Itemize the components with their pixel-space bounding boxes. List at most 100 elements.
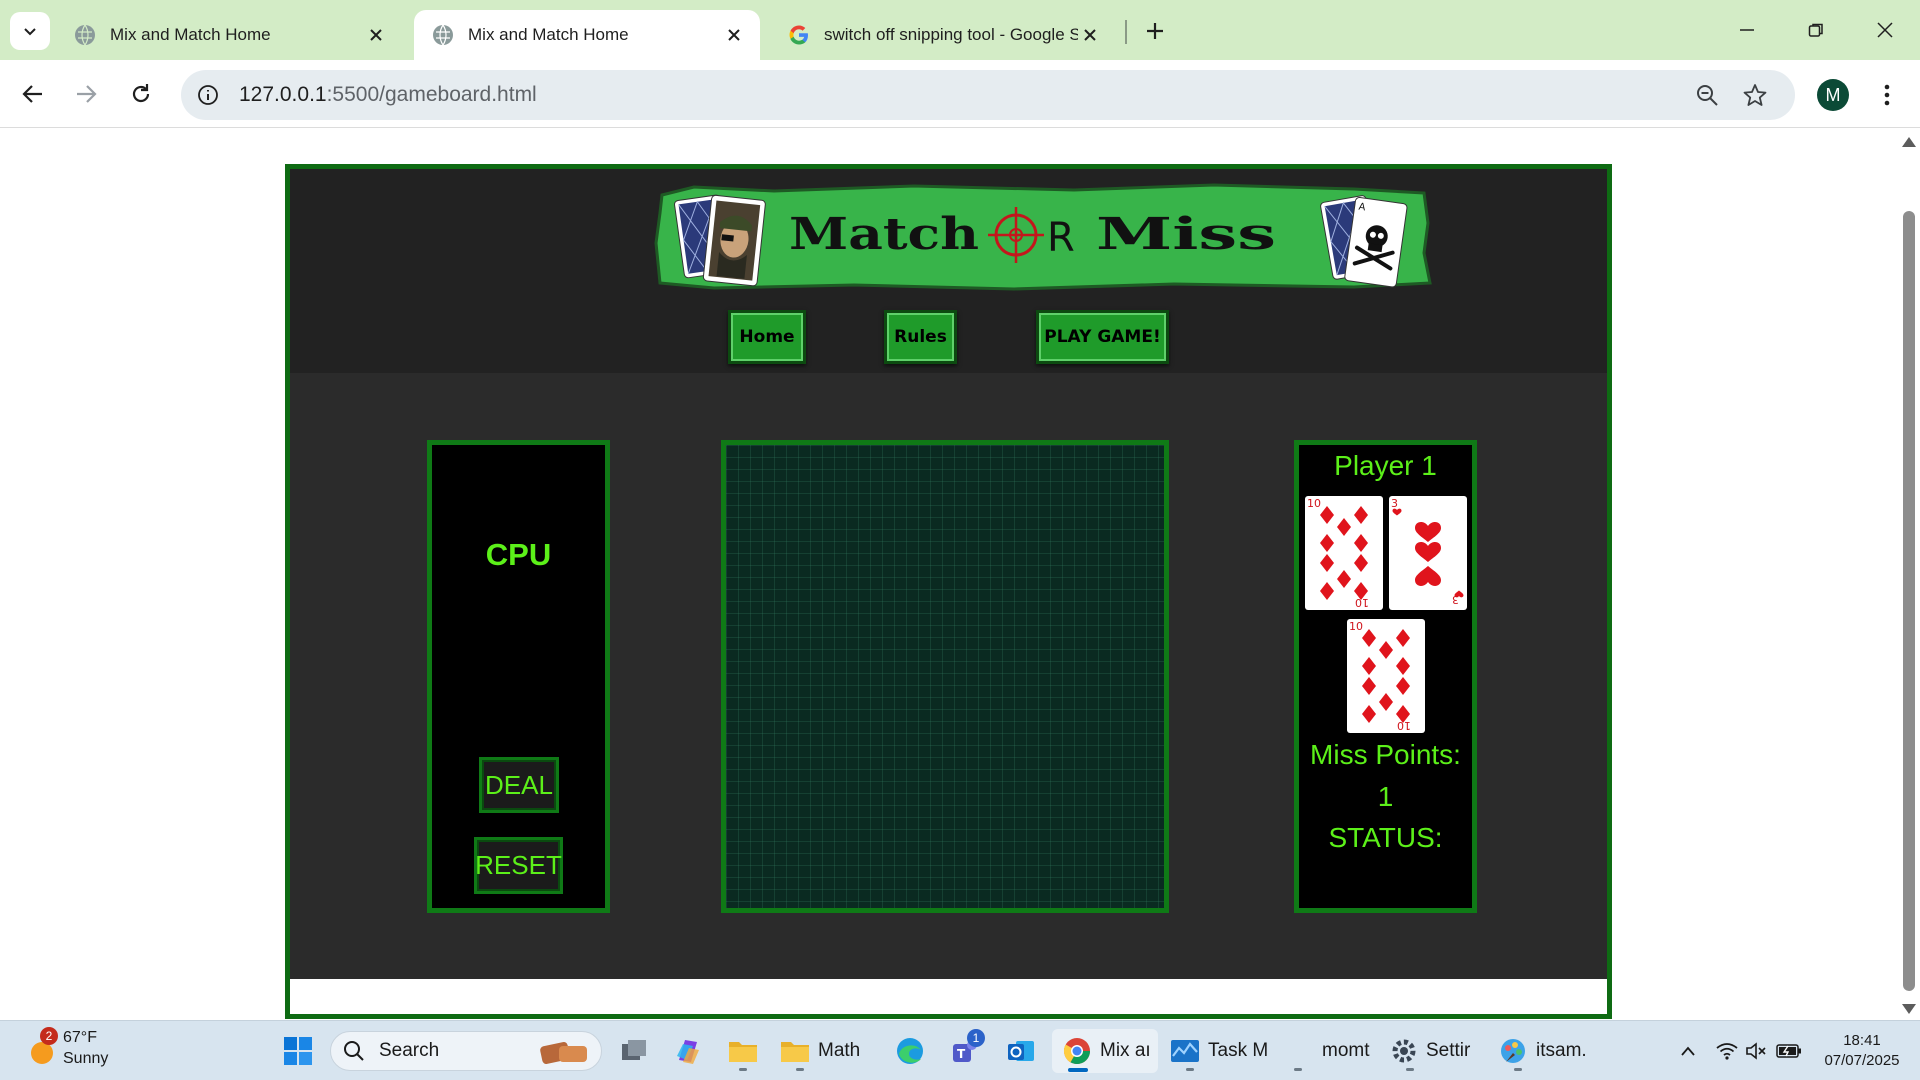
center-board[interactable] [721,440,1169,913]
folder-icon [729,1042,757,1062]
player-card-10-diamonds-2[interactable]: 10 10 [1347,619,1425,733]
gear-icon [1392,1039,1416,1063]
restore-button[interactable] [1793,10,1839,50]
svg-text:10: 10 [1349,620,1363,633]
taskbar-search[interactable]: Search [330,1031,602,1071]
bookmark-button[interactable] [1739,79,1771,111]
site-info-button[interactable] [191,78,225,112]
close-window-button[interactable] [1862,10,1908,50]
globe-icon [433,24,453,46]
moment-button[interactable]: momt [1284,1029,1374,1073]
close-icon [1877,22,1893,38]
settings-button[interactable]: Settir [1390,1029,1490,1073]
itsam-button[interactable]: itsam. [1498,1029,1598,1073]
reset-button[interactable]: RESET [474,837,563,894]
weather-badge: 2 [40,1027,58,1045]
weather-widget[interactable]: 2 [22,1027,62,1073]
clock-time: 18:41 [1843,1032,1881,1049]
task-view-button[interactable] [614,1029,654,1073]
player-panel: Player 1 10 10 3 3 10 10 Miss Points: 1 … [1294,440,1477,913]
banner-title-miss: Miss [1096,209,1276,260]
miss-points-label: Miss Points: [1310,739,1461,770]
page-footer [290,979,1607,1014]
edge-button[interactable] [890,1029,930,1073]
chrome-taskbar-button[interactable]: Mix aı [1052,1029,1158,1073]
home-button[interactable]: Home [728,310,806,364]
cpu-title: CPU [485,537,552,572]
clock-date: 07/07/2025 [1824,1052,1900,1069]
reload-button[interactable] [121,74,161,114]
url-text[interactable]: 127.0.0.1:5500/gameboard.html [239,83,537,107]
chrome-menu-button[interactable] [1872,78,1902,112]
tab-mix-and-match-1[interactable]: Mix and Match Home [56,10,402,60]
avatar[interactable]: M [1817,79,1849,111]
status-label: STATUS: [1328,822,1443,853]
zoom-button[interactable] [1691,79,1723,111]
url-host: 127.0.0.1 [239,83,327,106]
svg-text:10: 10 [1307,497,1321,510]
task-manager-button[interactable]: Task M [1170,1029,1270,1073]
chrome-icon [1063,1038,1091,1065]
new-tab-button[interactable] [1140,16,1170,46]
banner-title-r: R [1047,215,1075,261]
reload-icon [132,84,150,103]
battery-status[interactable] [1772,1029,1806,1073]
plus-icon [1147,23,1163,39]
forward-button[interactable] [66,74,106,114]
tab-mix-and-match-2[interactable]: Mix and Match Home [414,10,760,60]
search-icon [344,1041,364,1061]
close-icon[interactable] [1078,23,1102,47]
paint-icon [1501,1039,1525,1063]
search-highlight-icon [540,1042,587,1064]
copilot-button[interactable] [668,1029,708,1073]
tab-title: Mix and Match Home [468,25,629,44]
app-label: Math [818,1040,861,1061]
folder-icon [781,1042,809,1062]
app-label: Mix aı [1100,1040,1151,1061]
banner-title-match: Match [789,209,979,260]
app-label: momt [1322,1040,1370,1061]
volume-status[interactable] [1742,1029,1772,1073]
scroll-up-arrow[interactable] [1902,137,1916,147]
rules-button[interactable]: Rules [884,310,957,364]
restore-icon [1808,23,1823,37]
address-bar[interactable]: 127.0.0.1:5500/gameboard.html [181,70,1795,120]
info-icon [198,85,218,105]
tab-search-button[interactable] [10,12,50,50]
close-icon[interactable] [364,23,388,47]
scroll-down-arrow[interactable] [1902,1004,1916,1014]
task-view-icon [622,1040,646,1060]
scroll-thumb[interactable] [1903,211,1915,991]
player-card-3-hearts[interactable]: 3 3 [1389,496,1467,610]
back-button[interactable] [13,74,53,114]
tray-overflow-button[interactable] [1674,1029,1702,1073]
minimize-button[interactable] [1724,10,1770,50]
search-label: Search [379,1040,440,1061]
teams-badge: 1 [967,1029,985,1047]
file-explorer-button[interactable] [723,1029,763,1073]
wifi-status[interactable] [1712,1029,1742,1073]
play-game-button[interactable]: PLAY GAME! [1036,310,1169,364]
app-label: Settir [1426,1040,1471,1061]
math-folder-button[interactable]: Math [780,1029,870,1073]
start-button[interactable] [278,1029,318,1073]
tab-google-search[interactable]: switch off snipping tool - Google Sear [770,10,1116,60]
teams-button[interactable]: T 1 [945,1029,985,1073]
game-board-area: CPU DEAL RESET Player 1 10 10 3 3 10 10 … [290,373,1607,979]
deal-button[interactable]: DEAL [479,757,559,813]
chevron-up-icon [1681,1046,1695,1056]
outlook-icon [1008,1041,1034,1061]
miss-points-value: 1 [1377,781,1394,812]
star-icon [1743,84,1767,106]
system-clock[interactable]: 18:41 07/07/2025 [1812,1031,1912,1071]
app-label: itsam. [1536,1040,1587,1061]
page-scrollbar[interactable] [1898,129,1920,1020]
game-page: Match R Miss A Home Rules PLAY GAME! CPU… [285,164,1612,1019]
tab-strip: Mix and Match Home Mix and Match Home sw… [0,0,1920,60]
player-card-10-diamonds[interactable]: 10 10 [1305,496,1383,610]
close-icon[interactable] [722,23,746,47]
tab-title: Mix and Match Home [110,25,271,44]
outlook-button[interactable] [1001,1029,1041,1073]
app-label: Task M [1208,1040,1269,1061]
svg-text:10: 10 [1397,719,1411,732]
